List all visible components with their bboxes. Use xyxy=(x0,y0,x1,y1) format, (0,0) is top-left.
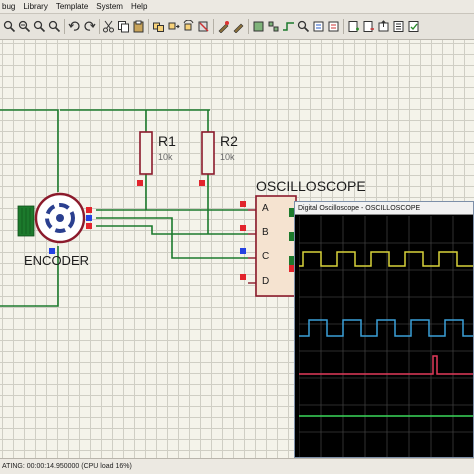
trace-channel-b xyxy=(299,319,473,337)
resistor-r2[interactable] xyxy=(199,131,215,186)
menu-template[interactable]: Template xyxy=(52,2,92,11)
toolbar-separator xyxy=(248,19,249,34)
exit-to-parent-icon[interactable] xyxy=(376,19,391,34)
r2-reference: R2 xyxy=(220,133,238,149)
zoom-all-icon[interactable] xyxy=(32,19,47,34)
menu-library[interactable]: Library xyxy=(19,2,51,11)
zoom-in-icon[interactable] xyxy=(2,19,17,34)
oscilloscope-window-title: Digital Oscilloscope - OSCILLOSCOPE xyxy=(298,204,421,212)
oscilloscope-label: OSCILLOSCOPE xyxy=(256,178,366,194)
toolbar-separator xyxy=(99,19,100,34)
resistor-r1[interactable] xyxy=(137,131,153,186)
block-rotate-icon[interactable] xyxy=(181,19,196,34)
redo-icon[interactable] xyxy=(82,19,97,34)
new-sheet-icon[interactable] xyxy=(346,19,361,34)
proteus-isis-window: bug Library Template System Help R1 10k … xyxy=(0,0,474,474)
paste-icon[interactable] xyxy=(131,19,146,34)
encoder-component[interactable] xyxy=(17,192,92,254)
oscilloscope-title-bar[interactable]: Digital Oscilloscope - OSCILLOSCOPE xyxy=(295,202,473,215)
digital-oscilloscope-window[interactable]: Digital Oscilloscope - OSCILLOSCOPE xyxy=(294,201,474,458)
simulation-status-text: ATING: 00:00:14.950000 (CPU load 16%) xyxy=(2,463,132,470)
toolbar-separator xyxy=(343,19,344,34)
trace-channel-a xyxy=(299,251,473,267)
toolbar-separator xyxy=(148,19,149,34)
wire-left-top xyxy=(0,109,59,192)
zoom-out-icon[interactable] xyxy=(17,19,32,34)
r1-reference: R1 xyxy=(158,133,176,149)
packaging-icon[interactable] xyxy=(251,19,266,34)
pick-device-icon[interactable] xyxy=(216,19,231,34)
wire-autorouter-icon[interactable] xyxy=(281,19,296,34)
design-explorer-icon[interactable] xyxy=(326,19,341,34)
decompose-icon[interactable] xyxy=(266,19,281,34)
make-device-icon[interactable] xyxy=(231,19,246,34)
oscilloscope-screen xyxy=(298,216,473,457)
oscilloscope-pin-b: B xyxy=(262,227,269,238)
copy-icon[interactable] xyxy=(116,19,131,34)
zoom-area-icon[interactable] xyxy=(47,19,62,34)
bom-icon[interactable] xyxy=(391,19,406,34)
undo-icon[interactable] xyxy=(67,19,82,34)
cut-icon[interactable] xyxy=(101,19,116,34)
toolbar-separator xyxy=(64,19,65,34)
menu-system[interactable]: System xyxy=(92,2,127,11)
toolbar-separator xyxy=(213,19,214,34)
wire-channel-b-lower xyxy=(96,217,248,259)
trace-channel-c xyxy=(299,355,473,375)
oscilloscope-pin-d: D xyxy=(262,276,270,287)
oscilloscope-pin-a: A xyxy=(262,203,269,214)
oscilloscope-display xyxy=(298,216,473,457)
oscilloscope-pin-c: C xyxy=(262,251,270,262)
menu-help[interactable]: Help xyxy=(127,2,151,11)
search-icon[interactable] xyxy=(296,19,311,34)
erc-icon[interactable] xyxy=(406,19,421,34)
block-delete-icon[interactable] xyxy=(196,19,211,34)
menu-debug[interactable]: bug xyxy=(0,2,19,11)
remove-sheet-icon[interactable] xyxy=(361,19,376,34)
block-copy-icon[interactable] xyxy=(151,19,166,34)
toolbar xyxy=(0,14,474,40)
encoder-label: ENCODER xyxy=(24,253,90,268)
block-move-icon[interactable] xyxy=(166,19,181,34)
property-tool-icon[interactable] xyxy=(311,19,326,34)
r2-value: 10k xyxy=(220,152,235,162)
status-bar: ATING: 00:00:14.950000 (CPU load 16%) xyxy=(0,458,474,474)
menu-bar: bug Library Template System Help xyxy=(0,0,474,14)
r1-value: 10k xyxy=(158,152,173,162)
